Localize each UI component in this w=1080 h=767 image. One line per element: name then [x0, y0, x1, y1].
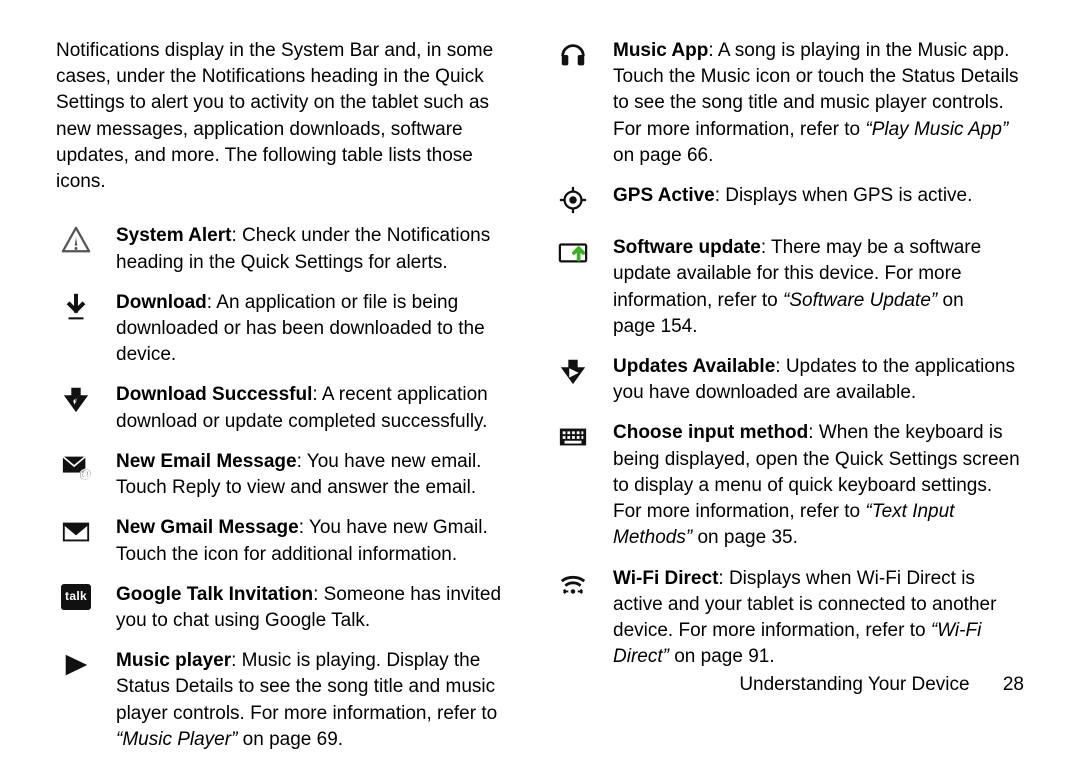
list-item: Wi-Fi Direct: Displays when Wi-Fi Direct…	[553, 566, 1024, 671]
page-footer: Understanding Your Device 28	[739, 672, 1024, 698]
footer-section: Understanding Your Device	[739, 674, 969, 695]
item-text: New Email Message: You have new email. T…	[116, 449, 527, 501]
svg-text:@: @	[79, 466, 91, 481]
list-item: System Alert: Check under the Notificati…	[56, 223, 527, 275]
music-player-icon	[56, 648, 96, 686]
item-text: Download Successful: A recent applicatio…	[116, 382, 527, 434]
google-talk-icon: talk	[56, 582, 96, 620]
list-item: Music player: Music is playing. Display …	[56, 648, 527, 753]
list-item: talk Google Talk Invitation: Someone has…	[56, 582, 527, 634]
list-item: @ New Email Message: You have new email.…	[56, 449, 527, 501]
item-text: Music App: A song is playing in the Musi…	[613, 38, 1024, 169]
item-text: Download: An application or file is bein…	[116, 290, 527, 369]
list-item: Software update: There may be a software…	[553, 235, 1024, 340]
left-column: Notifications display in the System Bar …	[56, 38, 527, 767]
item-text: Choose input method: When the keyboard i…	[613, 420, 1024, 551]
manual-page: Notifications display in the System Bar …	[0, 0, 1080, 720]
list-item: New Gmail Message: You have new Gmail. T…	[56, 515, 527, 567]
download-icon	[56, 290, 96, 328]
list-item: GPS Active: Displays when GPS is active.	[553, 183, 1024, 221]
list-item: Download: An application or file is bein…	[56, 290, 527, 369]
item-text: Updates Available: Updates to the applic…	[613, 354, 1024, 406]
list-item: Music App: A song is playing in the Musi…	[553, 38, 1024, 169]
item-text: Google Talk Invitation: Someone has invi…	[116, 582, 527, 634]
right-column: Music App: A song is playing in the Musi…	[553, 38, 1024, 767]
software-update-icon	[553, 235, 593, 273]
list-item: Updates Available: Updates to the applic…	[553, 354, 1024, 406]
item-text: Wi-Fi Direct: Displays when Wi-Fi Direct…	[613, 566, 1024, 671]
keyboard-icon	[553, 420, 593, 458]
intro-paragraph: Notifications display in the System Bar …	[56, 38, 527, 195]
item-text: New Gmail Message: You have new Gmail. T…	[116, 515, 527, 567]
item-text: Software update: There may be a software…	[613, 235, 1024, 340]
music-app-icon	[553, 38, 593, 76]
gps-active-icon	[553, 183, 593, 221]
new-gmail-icon	[56, 515, 96, 553]
two-column-layout: Notifications display in the System Bar …	[56, 38, 1024, 767]
list-item: Choose input method: When the keyboard i…	[553, 420, 1024, 551]
wifi-direct-icon	[553, 566, 593, 604]
item-text: Music player: Music is playing. Display …	[116, 648, 527, 753]
item-text: GPS Active: Displays when GPS is active.	[613, 183, 1024, 221]
updates-available-icon	[553, 354, 593, 392]
footer-page-number: 28	[1003, 674, 1024, 695]
list-item: Download Successful: A recent applicatio…	[56, 382, 527, 434]
new-email-icon: @	[56, 449, 96, 487]
item-text: System Alert: Check under the Notificati…	[116, 223, 527, 275]
download-successful-icon	[56, 382, 96, 420]
system-alert-icon	[56, 223, 96, 261]
